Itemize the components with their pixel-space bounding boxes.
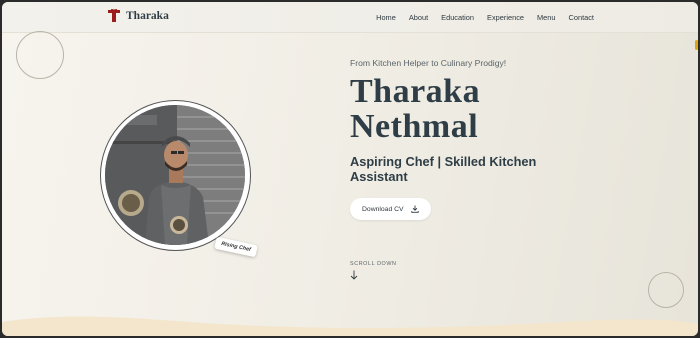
bottom-wave-decoration (2, 316, 698, 336)
nav-education[interactable]: Education (441, 13, 474, 22)
brand-name: Tharaka (126, 10, 169, 22)
name-first: Tharaka (350, 73, 481, 110)
navbar: Tharaka Home About Education Experience … (2, 2, 698, 33)
page: Tharaka Home About Education Experience … (2, 2, 698, 336)
download-cv-button[interactable]: Download CV (350, 198, 431, 220)
download-icon (410, 205, 419, 213)
rising-chef-badge: Rising Chef (214, 236, 258, 258)
profile-photo (105, 105, 245, 245)
arrow-down-icon[interactable] (350, 270, 358, 280)
accent-marker (695, 40, 698, 50)
download-cv-label: Download CV (362, 205, 404, 213)
brand-logo[interactable]: Tharaka (108, 9, 169, 23)
nav-menu[interactable]: Menu (537, 13, 556, 22)
chef-portrait-illustration (105, 105, 245, 245)
chef-t-logo-icon (108, 9, 120, 22)
nav-about[interactable]: About (409, 13, 428, 22)
hero-name: Tharaka Nethmal (350, 74, 480, 144)
name-last: Nethmal (350, 108, 479, 145)
profile-photo-frame (100, 100, 251, 251)
decorative-circle (648, 272, 684, 308)
scroll-down-label[interactable]: SCROLL DOWN (350, 261, 397, 267)
nav-experience[interactable]: Experience (487, 13, 524, 22)
nav-contact[interactable]: Contact (569, 13, 594, 22)
decorative-circle (16, 31, 64, 79)
hero-eyebrow: From Kitchen Helper to Culinary Prodigy! (350, 58, 507, 68)
nav-home[interactable]: Home (376, 13, 396, 22)
main-menu: Home About Education Experience Menu Con… (363, 13, 594, 22)
hero-tagline: Aspiring Chef | Skilled Kitchen Assistan… (350, 154, 537, 184)
